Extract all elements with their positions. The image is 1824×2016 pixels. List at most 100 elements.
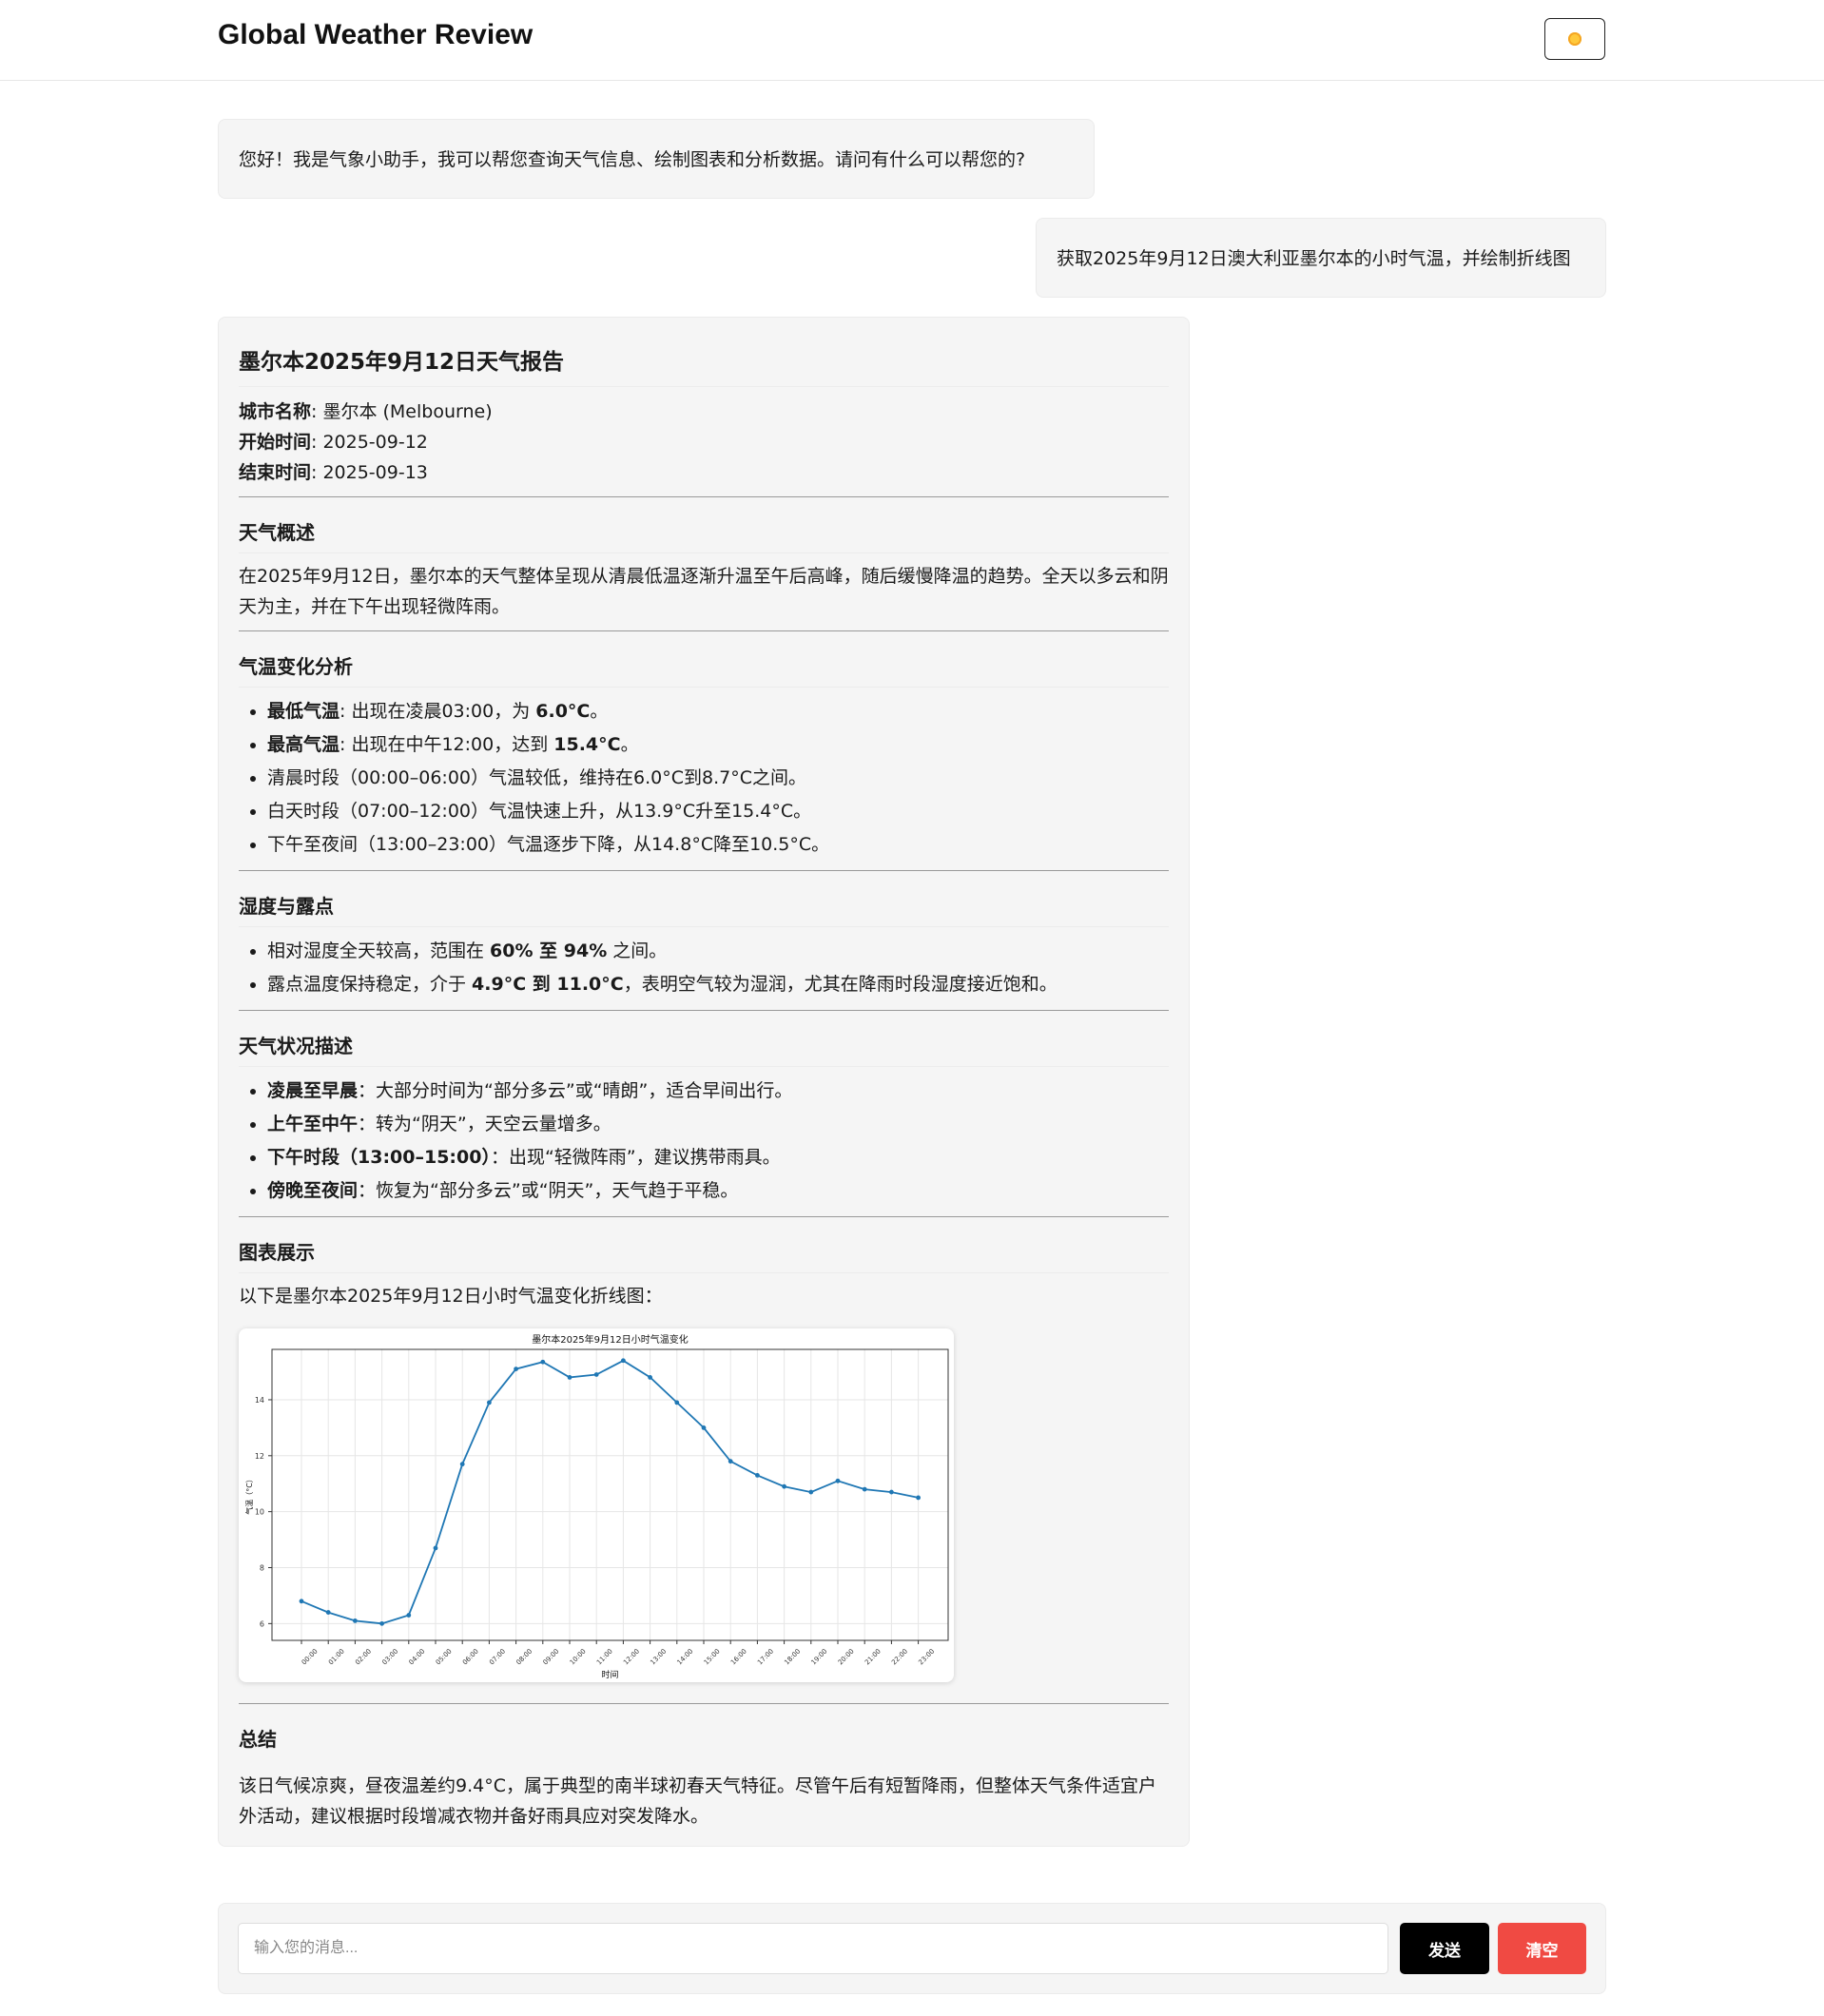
theme-toggle-button[interactable]	[1544, 18, 1605, 60]
data-point	[728, 1459, 733, 1464]
meta-end: 结束时间: 2025-09-13	[239, 457, 1169, 488]
x-tick-label: 01:00	[327, 1647, 346, 1666]
item-value: 6.0°C	[535, 701, 591, 722]
item-text: 清晨时段（00:00–06:00）气温较低，维持在6.0°C到8.7°C之间。	[267, 767, 806, 788]
meta-value: : 墨尔本 (Melbourne)	[311, 401, 493, 422]
list-item: 下午至夜间（13:00–23:00）气温逐步下降，从14.8°C降至10.5°C…	[267, 828, 1169, 862]
x-tick-label: 23:00	[917, 1647, 936, 1666]
data-point	[835, 1478, 841, 1483]
data-point	[621, 1358, 626, 1364]
plot-frame	[271, 1348, 949, 1641]
data-point	[782, 1483, 786, 1489]
assistant-report-message: 墨尔本2025年9月12日天气报告 城市名称: 墨尔本 (Melbourne) …	[218, 317, 1190, 1847]
x-tick-label: 22:00	[890, 1647, 909, 1666]
x-axis-label: 时间	[601, 1669, 618, 1680]
y-tick-label: 10	[255, 1508, 264, 1517]
temperature-list: 最低气温: 出现在凌晨03:00，为 6.0°C。 最高气温: 出现在中午12:…	[239, 695, 1169, 862]
item-text: ：大部分时间为“部分多云”或“晴朗”，适合早间出行。	[358, 1080, 793, 1101]
data-point	[325, 1610, 331, 1615]
assistant-greeting-message: 您好！我是气象小助手，我可以帮您查询天气信息、绘制图表和分析数据。请问有什么可以…	[218, 119, 1095, 199]
item-label: 最低气温	[267, 701, 340, 722]
conditions-heading: 天气状况描述	[239, 1032, 1169, 1067]
x-tick-label: 20:00	[837, 1647, 856, 1666]
x-tick-label: 05:00	[435, 1647, 454, 1666]
list-item: 下午时段（13:00–15:00）：出现“轻微阵雨”，建议携带雨具。	[267, 1141, 1169, 1174]
list-item: 相对湿度全天较高，范围在 60% 至 94% 之间。	[267, 935, 1169, 968]
item-label: 下午时段（13:00–15:00）	[267, 1147, 491, 1168]
item-text: 下午至夜间（13:00–23:00）气温逐步下降，从14.8°C降至10.5°C…	[267, 834, 830, 855]
data-point	[540, 1359, 546, 1365]
x-tick-label: 09:00	[542, 1647, 561, 1666]
summary-text: 该日气候凉爽，昼夜温差约9.4°C，属于典型的南半球初春天气特征。尽管午后有短暂…	[239, 1775, 1156, 1827]
y-tick-label: 12	[255, 1452, 264, 1461]
list-item: 傍晚至夜间：恢复为“部分多云”或“阴天”，天气趋于平稳。	[267, 1174, 1169, 1208]
message-input-bar: 发送 清空	[218, 1903, 1606, 1994]
item-text: : 出现在凌晨03:00，为	[340, 701, 536, 722]
data-point	[406, 1613, 412, 1618]
list-item: 最低气温: 出现在凌晨03:00，为 6.0°C。	[267, 695, 1169, 728]
list-item: 清晨时段（00:00–06:00）气温较低，维持在6.0°C到8.7°C之间。	[267, 762, 1169, 795]
meta-label: 城市名称	[239, 401, 312, 422]
x-tick-label: 14:00	[676, 1647, 695, 1666]
y-tick-label: 6	[260, 1619, 264, 1628]
data-point	[862, 1486, 867, 1492]
data-point	[593, 1372, 599, 1377]
divider	[239, 1703, 1169, 1704]
item-tail: ，表明空气较为湿润，尤其在降雨时段湿度接近饱和。	[623, 974, 1058, 995]
data-point	[916, 1495, 921, 1501]
humidity-list: 相对湿度全天较高，范围在 60% 至 94% 之间。 露点温度保持稳定，介于 4…	[239, 935, 1169, 1001]
meta-label: 结束时间	[239, 462, 312, 483]
report-meta: 城市名称: 墨尔本 (Melbourne) 开始时间: 2025-09-12 结…	[239, 397, 1169, 488]
meta-start: 开始时间: 2025-09-12	[239, 427, 1169, 457]
data-point	[459, 1462, 465, 1467]
meta-value: : 2025-09-13	[311, 462, 428, 483]
item-value: 4.9°C 到 11.0°C	[472, 974, 624, 995]
x-tick-label: 02:00	[354, 1647, 373, 1666]
item-label: 上午至中午	[267, 1114, 359, 1134]
divider	[239, 870, 1169, 871]
send-button[interactable]: 发送	[1400, 1923, 1489, 1974]
temperature-heading: 气温变化分析	[239, 652, 1169, 688]
divider	[239, 630, 1169, 631]
x-tick-label: 10:00	[569, 1647, 588, 1666]
data-point	[701, 1425, 707, 1430]
clear-button[interactable]: 清空	[1498, 1923, 1586, 1974]
conditions-list: 凌晨至早晨：大部分时间为“部分多云”或“晴朗”，适合早间出行。 上午至中午：转为…	[239, 1075, 1169, 1208]
meta-label: 开始时间	[239, 432, 312, 453]
item-text: 白天时段（07:00–12:00）气温快速上升，从13.9°C升至15.4°C。	[267, 801, 812, 822]
item-label: 傍晚至夜间	[267, 1180, 359, 1201]
app-title: Global Weather Review	[218, 19, 534, 50]
data-point	[353, 1619, 358, 1623]
data-point	[514, 1367, 518, 1371]
data-point	[299, 1599, 304, 1604]
x-tick-label: 11:00	[595, 1647, 614, 1666]
data-point	[648, 1375, 652, 1380]
list-item: 上午至中午：转为“阴天”，天空云量增多。	[267, 1108, 1169, 1141]
meta-city: 城市名称: 墨尔本 (Melbourne)	[239, 397, 1169, 427]
x-tick-label: 00:00	[301, 1647, 320, 1666]
item-label: 凌晨至早晨	[267, 1080, 359, 1101]
data-point	[487, 1400, 492, 1405]
item-text: : 出现在中午12:00，达到	[340, 734, 554, 755]
summary-heading: 总结	[239, 1728, 277, 1751]
x-tick-label: 21:00	[863, 1647, 883, 1666]
temperature-line-chart: 6 8 10 12 14 00:00 01:00 02:00 03:00 04:00 05:00 06…	[244, 1333, 949, 1680]
data-point	[808, 1489, 814, 1495]
user-query-message: 获取2025年9月12日澳大利亚墨尔本的小时气温，并绘制折线图	[1036, 218, 1606, 298]
x-tick-label: 04:00	[408, 1647, 427, 1666]
data-point	[567, 1375, 572, 1380]
item-text: 相对湿度全天较高，范围在	[267, 940, 491, 961]
meta-value: : 2025-09-12	[311, 432, 428, 453]
x-tick-label: 17:00	[756, 1647, 775, 1666]
item-text: ：转为“阴天”，天空云量增多。	[358, 1114, 611, 1134]
humidity-heading: 湿度与露点	[239, 892, 1169, 927]
item-value: 60% 至 94%	[490, 940, 608, 961]
list-item: 露点温度保持稳定，介于 4.9°C 到 11.0°C，表明空气较为湿润，尤其在降…	[267, 968, 1169, 1001]
x-tick-label: 12:00	[622, 1647, 641, 1666]
item-label: 最高气温	[267, 734, 340, 755]
x-tick-label: 19:00	[810, 1647, 829, 1666]
chart-title: 墨尔本2025年9月12日小时气温变化	[532, 1333, 689, 1346]
message-input[interactable]	[238, 1923, 1388, 1974]
report-title: 墨尔本2025年9月12日天气报告	[239, 346, 1169, 387]
temperature-chart-card: 6 8 10 12 14 00:00 01:00 02:00 03:00 04:00 05:00 06…	[239, 1328, 954, 1682]
